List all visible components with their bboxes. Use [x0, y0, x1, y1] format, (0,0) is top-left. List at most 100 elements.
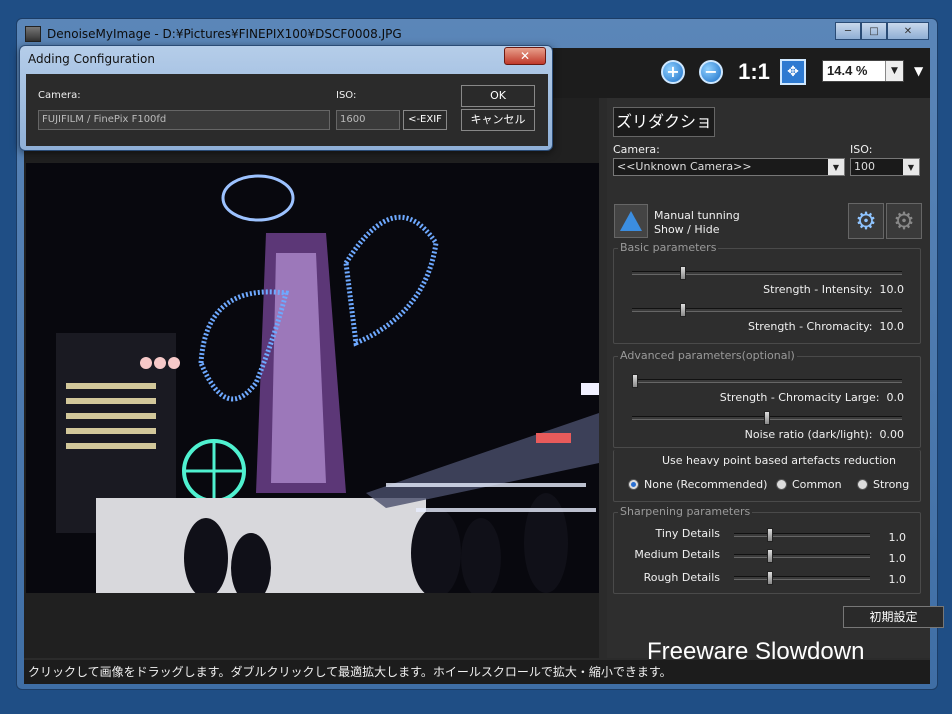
- zoom-out-icon: −: [699, 60, 723, 84]
- disabled-gear-button[interactable]: ⚙: [886, 203, 922, 239]
- chromacity-label: Strength - Chromacity: 10.0: [748, 320, 904, 333]
- ok-button[interactable]: OK: [461, 85, 535, 107]
- window-controls: ─ □ ✕: [835, 22, 929, 40]
- basic-parameters-group: Basic parameters Strength - Intensity: 1…: [613, 241, 921, 344]
- exif-button[interactable]: <-EXIF: [403, 110, 447, 130]
- dialog-iso-field[interactable]: 1600: [336, 110, 400, 130]
- noise-ratio-label: Noise ratio (dark/light): 0.00: [745, 428, 904, 441]
- chromacity-value: 10.0: [879, 320, 905, 333]
- fit-to-window-button[interactable]: ✥: [777, 56, 809, 88]
- intensity-label-text: Strength - Intensity:: [763, 283, 873, 296]
- radio-icon: [776, 479, 787, 490]
- tiny-details-slider[interactable]: [734, 528, 870, 542]
- zoom-in-icon: +: [661, 60, 685, 84]
- panel-iso-value: 100: [854, 160, 875, 173]
- slider-thumb[interactable]: [680, 303, 686, 317]
- manual-tuning-icon: [620, 211, 642, 231]
- show-hide-label[interactable]: Show / Hide: [654, 223, 719, 236]
- intensity-label: Strength - Intensity: 10.0: [763, 283, 904, 296]
- gear-icon: ⚙: [855, 207, 877, 235]
- slider-thumb[interactable]: [767, 549, 773, 563]
- dialog-close-button[interactable]: ✕: [504, 47, 546, 65]
- gear-disabled-icon: ⚙: [893, 207, 915, 235]
- reset-defaults-button[interactable]: 初期設定: [843, 606, 944, 628]
- manual-tuning-button[interactable]: [614, 204, 648, 238]
- noise-ratio-slider[interactable]: [632, 411, 902, 425]
- artefacts-title: Use heavy point based artefacts reductio…: [662, 454, 896, 467]
- actual-size-label: 1:1: [738, 59, 770, 84]
- noise-ratio-value: 0.00: [879, 428, 905, 441]
- radio-selected-icon: [628, 479, 639, 490]
- dialog-body: Camera: FUJIFILM / FinePix F100fd ISO: 1…: [26, 74, 548, 146]
- settings-panel: ズリダクション Camera: <<Unknown Camera>> ▼ ISO…: [607, 98, 944, 665]
- chromacity-large-value: 0.0: [886, 391, 905, 404]
- panel-title: ズリダクション: [613, 107, 715, 137]
- fit-icon: ✥: [780, 59, 806, 85]
- app-icon: [25, 26, 41, 42]
- advanced-parameters-title: Advanced parameters(optional): [618, 349, 797, 362]
- panel-iso-select[interactable]: 100 ▼: [850, 158, 920, 176]
- chromacity-label-text: Strength - Chromacity:: [748, 320, 873, 333]
- manual-tuning-label[interactable]: Manual tunning: [654, 209, 740, 222]
- radio-common-label: Common: [792, 478, 842, 491]
- radio-none-label: None (Recommended): [644, 478, 768, 491]
- image-viewport[interactable]: [24, 98, 599, 658]
- chevron-down-icon: ▼: [828, 159, 844, 175]
- zoom-select[interactable]: 14.4 % ▼: [822, 60, 904, 82]
- chevron-down-icon[interactable]: ▼: [885, 61, 903, 81]
- window-title: DenoiseMyImage - D:¥Pictures¥FINEPIX100¥…: [47, 27, 402, 41]
- panel-camera-select[interactable]: <<Unknown Camera>> ▼: [613, 158, 845, 176]
- advanced-parameters-group: Advanced parameters(optional) Strength -…: [613, 349, 921, 448]
- chromacity-slider[interactable]: [632, 303, 902, 317]
- chevron-down-icon: ▼: [903, 159, 919, 175]
- zoom-in-button[interactable]: +: [657, 56, 689, 88]
- maximize-button[interactable]: □: [861, 22, 887, 40]
- medium-details-value: 1.0: [888, 552, 907, 565]
- menu-arrow-icon[interactable]: ▼: [914, 64, 923, 78]
- zoom-out-button[interactable]: −: [695, 56, 727, 88]
- cancel-button[interactable]: キャンセル: [461, 109, 535, 131]
- basic-parameters-title: Basic parameters: [618, 241, 719, 254]
- chromacity-large-label: Strength - Chromacity Large: 0.0: [720, 391, 904, 404]
- zoom-value: 14.4 %: [827, 63, 868, 78]
- dialog-camera-field[interactable]: FUJIFILM / FinePix F100fd: [38, 110, 330, 130]
- slider-thumb[interactable]: [632, 374, 638, 388]
- photo-preview[interactable]: [26, 163, 599, 593]
- adding-configuration-dialog: Adding Configuration ✕ Camera: FUJIFILM …: [19, 45, 553, 151]
- chromacity-large-label-text: Strength - Chromacity Large:: [719, 391, 880, 404]
- noise-ratio-label-text: Noise ratio (dark/light):: [744, 428, 873, 441]
- slider-thumb[interactable]: [680, 266, 686, 280]
- status-bar: クリックして画像をドラッグします。ダブルクリックして最適拡大します。ホイールスク…: [24, 660, 930, 684]
- panel-iso-label: ISO:: [850, 143, 873, 156]
- radio-none[interactable]: None (Recommended): [628, 478, 767, 491]
- radio-icon: [857, 479, 868, 490]
- minimize-button[interactable]: ─: [835, 22, 861, 40]
- tiny-details-value: 1.0: [888, 531, 907, 544]
- sharpening-group: Sharpening parameters Tiny Details 1.0 M…: [613, 505, 921, 594]
- radio-strong[interactable]: Strong: [857, 478, 909, 491]
- settings-gear-button[interactable]: ⚙: [848, 203, 884, 239]
- panel-camera-value: <<Unknown Camera>>: [617, 160, 752, 173]
- slider-thumb[interactable]: [767, 571, 773, 585]
- medium-details-slider[interactable]: [734, 549, 870, 563]
- intensity-value: 10.0: [879, 283, 905, 296]
- sharpening-title: Sharpening parameters: [618, 505, 753, 518]
- panel-camera-label: Camera:: [613, 143, 660, 156]
- title-bar[interactable]: DenoiseMyImage - D:¥Pictures¥FINEPIX100¥…: [25, 23, 402, 45]
- medium-details-label: Medium Details: [634, 548, 720, 561]
- artefacts-group: Use heavy point based artefacts reductio…: [613, 450, 921, 502]
- rough-details-slider[interactable]: [734, 571, 870, 585]
- actual-size-button[interactable]: 1:1: [734, 56, 774, 88]
- intensity-slider[interactable]: [632, 266, 902, 280]
- dialog-camera-label: Camera:: [38, 90, 81, 101]
- night-illumination-photo: [26, 163, 599, 593]
- dialog-title: Adding Configuration: [28, 52, 155, 66]
- radio-common[interactable]: Common: [776, 478, 842, 491]
- tiny-details-label: Tiny Details: [655, 527, 720, 540]
- slider-thumb[interactable]: [764, 411, 770, 425]
- rough-details-value: 1.0: [888, 573, 907, 586]
- radio-strong-label: Strong: [873, 478, 910, 491]
- close-button[interactable]: ✕: [887, 22, 929, 40]
- chromacity-large-slider[interactable]: [632, 374, 902, 388]
- slider-thumb[interactable]: [767, 528, 773, 542]
